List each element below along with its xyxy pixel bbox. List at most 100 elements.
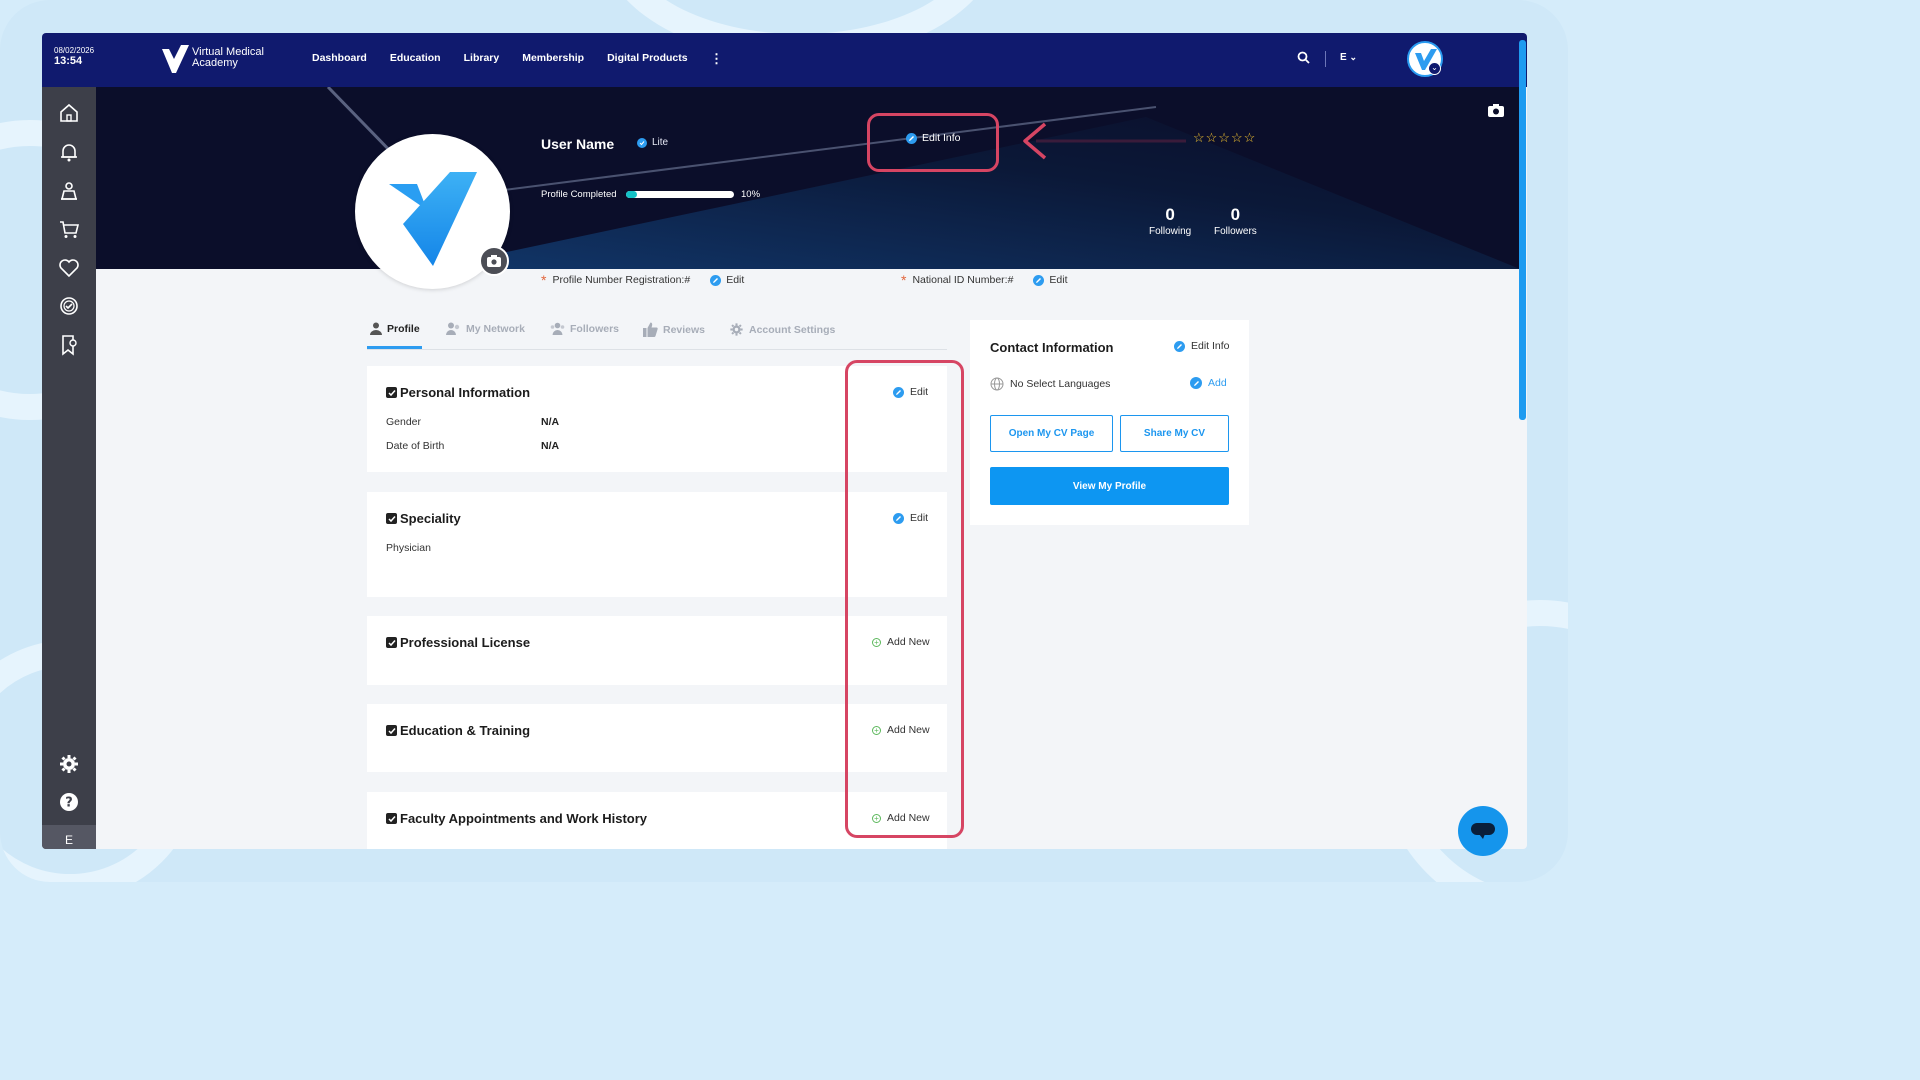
checkbox-checked-icon <box>386 637 397 648</box>
chat-button[interactable] <box>1458 806 1508 856</box>
user-name: User Name <box>541 136 615 152</box>
dob-value: N/A <box>541 440 560 452</box>
annotation-arrow <box>1023 122 1217 160</box>
card-title: Speciality <box>386 511 461 526</box>
profile-tabs: Profile My Network Followers Reviews Acc… <box>367 320 947 350</box>
kebab-menu-icon[interactable]: ⋮ <box>710 51 723 67</box>
card-title: Professional License <box>386 635 530 650</box>
languages-text: No Select Languages <box>1010 378 1111 390</box>
tab-followers[interactable]: Followers <box>550 322 619 335</box>
gear-icon <box>730 323 743 336</box>
national-id-label: National ID Number:# <box>912 274 1014 286</box>
nav-education[interactable]: Education <box>390 52 441 64</box>
chevron-down-icon[interactable]: ⌄ <box>1428 62 1441 75</box>
help-icon[interactable]: ? <box>58 791 80 813</box>
profile-completion-bar <box>626 191 734 198</box>
home-icon[interactable] <box>58 102 80 124</box>
heart-icon[interactable] <box>58 257 80 279</box>
contact-title: Contact Information <box>990 340 1114 355</box>
share-cv-button[interactable]: Share My CV <box>1120 415 1229 452</box>
tab-reviews[interactable]: Reviews <box>643 322 705 337</box>
annotation-highlight-edit-info <box>867 113 999 172</box>
card-title-text: Faculty Appointments and Work History <box>400 811 648 826</box>
card-title-text: Speciality <box>400 511 461 526</box>
checkbox-checked-icon <box>386 725 397 736</box>
gear-icon[interactable] <box>58 753 80 775</box>
followers-label: Followers <box>1214 226 1257 237</box>
pencil-icon <box>710 274 722 286</box>
language-label: E <box>1340 52 1347 63</box>
checkbox-checked-icon <box>386 513 397 524</box>
app-logo[interactable]: Virtual Medical Academy <box>160 43 287 73</box>
language-switcher[interactable]: E ⌄ <box>1340 52 1357 63</box>
contact-edit-info-button[interactable]: Edit Info <box>1174 340 1230 352</box>
nav-membership[interactable]: Membership <box>522 52 584 64</box>
gender-value: N/A <box>541 416 560 428</box>
following-stat[interactable]: 0 Following <box>1149 205 1191 237</box>
cart-icon[interactable] <box>58 218 80 240</box>
followers-count: 0 <box>1230 205 1241 224</box>
sidebar-footer[interactable]: E <box>42 825 96 849</box>
logo-text: Virtual Medical Academy <box>192 46 264 69</box>
network-icon <box>446 322 460 335</box>
required-asterisk: * <box>541 272 547 288</box>
graduation-icon[interactable] <box>58 180 80 202</box>
annotation-highlight-actions <box>845 360 964 838</box>
tab-account-settings[interactable]: Account Settings <box>729 322 835 337</box>
progress-fill <box>626 191 637 198</box>
chat-icon <box>1471 823 1495 839</box>
checkbox-checked-icon <box>386 387 397 398</box>
main-nav: Dashboard Education Library Membership D… <box>312 52 688 64</box>
profile-number-row: * Profile Number Registration:# Edit <box>541 272 744 288</box>
card-title-text: Professional License <box>400 635 531 650</box>
thumbs-up-icon <box>643 322 658 337</box>
search-icon[interactable] <box>1297 51 1310 64</box>
edit-info-label: Edit Info <box>1191 340 1230 352</box>
add-language-button[interactable]: Add <box>1190 377 1227 389</box>
open-cv-page-button[interactable]: Open My CV Page <box>990 415 1113 452</box>
national-id-edit-button[interactable]: Edit <box>1033 274 1068 286</box>
logo-mark-icon <box>162 45 189 73</box>
view-my-profile-button[interactable]: View My Profile <box>990 467 1229 505</box>
pencil-icon <box>1174 340 1185 352</box>
active-tab-indicator <box>367 346 422 349</box>
chevron-down-icon: ⌄ <box>1349 52 1357 62</box>
divider <box>1325 51 1326 67</box>
nav-library[interactable]: Library <box>464 52 500 64</box>
following-count: 0 <box>1165 205 1175 224</box>
tab-my-network[interactable]: My Network <box>446 322 525 335</box>
card-title: Personal Information <box>386 385 530 400</box>
current-time: 13:54 <box>54 55 83 67</box>
followers-icon <box>550 322 565 335</box>
dob-label: Date of Birth <box>386 440 445 452</box>
bookmark-settings-icon[interactable] <box>58 334 80 356</box>
required-asterisk: * <box>901 272 907 288</box>
date-time: 08/02/2026 13:54 <box>54 47 94 67</box>
card-title: Education & Training <box>386 723 530 738</box>
pencil-icon <box>1033 274 1045 286</box>
following-label: Following <box>1149 226 1192 237</box>
profile-number-edit-button[interactable]: Edit <box>710 274 744 286</box>
followers-stat[interactable]: 0 Followers <box>1214 205 1257 237</box>
nav-dashboard[interactable]: Dashboard <box>312 52 367 64</box>
contact-information-card: Contact Information Edit Info No Select … <box>970 320 1249 525</box>
tab-label: Profile <box>387 322 420 335</box>
avatar-camera-icon[interactable] <box>479 246 509 276</box>
gender-label: Gender <box>386 416 422 428</box>
tab-profile[interactable]: Profile <box>370 322 420 335</box>
tab-label: Account Settings <box>749 323 836 336</box>
add-label: Add <box>1208 377 1227 389</box>
scrollbar-thumb[interactable] <box>1519 40 1526 420</box>
edit-label: Edit <box>726 274 745 286</box>
badge-check-icon[interactable] <box>58 295 80 317</box>
plan-label: Lite <box>652 137 669 148</box>
card-title-text: Personal Information <box>400 385 531 400</box>
card-title: Faculty Appointments and Work History <box>386 811 647 826</box>
current-date: 08/02/2026 <box>54 46 95 55</box>
pencil-icon <box>1190 377 1202 389</box>
cover-camera-icon[interactable] <box>1488 104 1504 117</box>
user-icon <box>370 322 382 335</box>
nav-digital-products[interactable]: Digital Products <box>607 52 688 64</box>
profile-completed-label: Profile Completed <box>541 189 617 200</box>
bell-icon[interactable] <box>58 141 80 163</box>
